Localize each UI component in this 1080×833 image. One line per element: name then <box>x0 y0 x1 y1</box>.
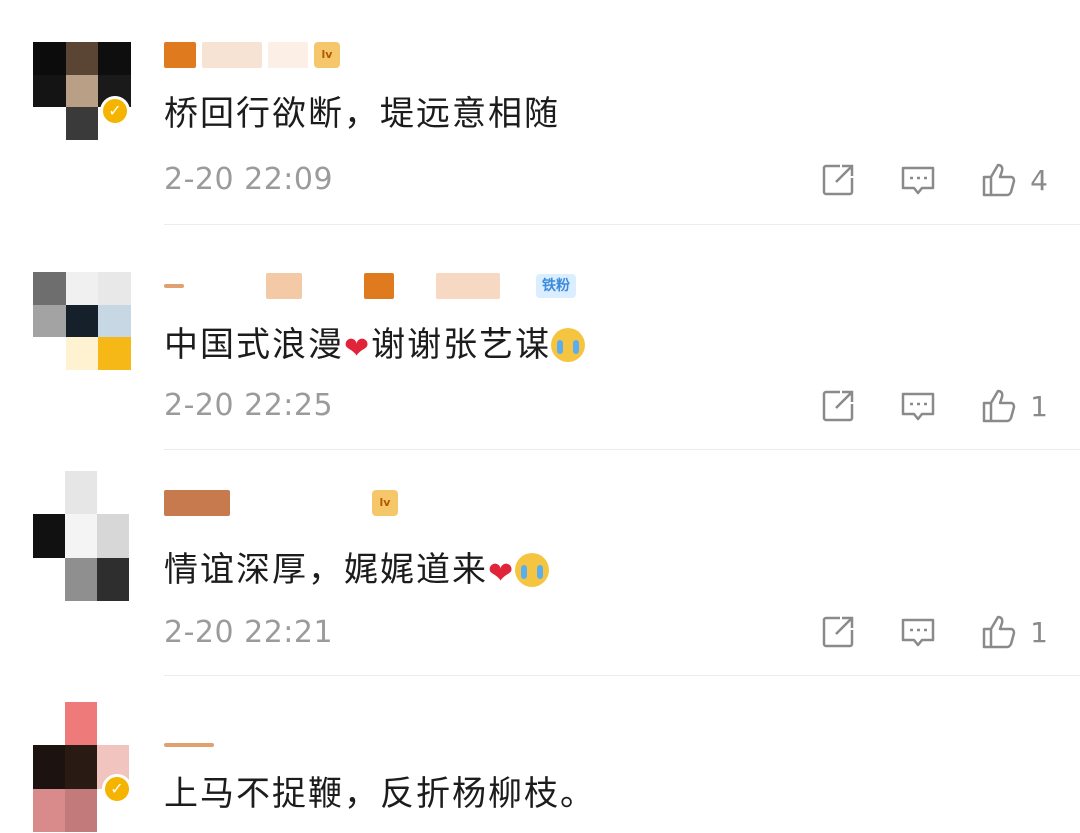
share-button[interactable] <box>818 386 858 426</box>
comment-time: 2-20 22:21 <box>164 615 334 650</box>
comment-text: 上马不捉鞭，反折杨柳枝。 <box>164 774 596 814</box>
like-count: 1 <box>1030 389 1048 423</box>
share-icon <box>822 164 854 196</box>
comment-actions: 1 <box>818 386 1048 426</box>
level-badge-icon: lv <box>372 490 398 516</box>
level-badge-icon: lv <box>314 42 340 68</box>
avatar[interactable] <box>33 702 129 832</box>
thumbs-up-icon <box>982 163 1016 197</box>
like-button[interactable]: 4 <box>978 160 1048 200</box>
comment-text-part: 情谊深厚，娓娓道来 <box>164 550 488 590</box>
comment-time: 2-20 22:09 <box>164 162 334 197</box>
username[interactable]: lv <box>164 40 340 70</box>
crying-face-emoji <box>551 328 586 362</box>
comment-icon <box>901 166 935 195</box>
comment-item: 铁粉 中国式浪漫❤谢谢张艺谋 2-20 22:25 1 <box>0 225 1080 450</box>
comment-item: ✓ lv 桥回行欲断，堤远意相随 2-20 22:09 4 <box>0 0 1080 225</box>
like-count: 1 <box>1030 615 1048 649</box>
comment-time: 2-20 22:25 <box>164 388 334 423</box>
comment-text-part: 谢谢张艺谋 <box>371 325 552 365</box>
comment-item: lv 情谊深厚，娓娓道来❤ 2-20 22:21 1 <box>0 450 1080 676</box>
username[interactable]: 铁粉 <box>164 271 576 301</box>
comment-icon <box>901 392 935 421</box>
comment-text: 情谊深厚，娓娓道来❤ <box>164 542 550 591</box>
thumbs-up-icon <box>982 389 1016 423</box>
verified-badge-icon: ✓ <box>102 774 132 804</box>
share-button[interactable] <box>818 612 858 652</box>
like-button[interactable]: 1 <box>978 612 1048 652</box>
share-icon <box>822 390 854 422</box>
avatar[interactable] <box>33 471 129 601</box>
reply-button[interactable] <box>898 612 938 652</box>
share-icon <box>822 616 854 648</box>
comment-icon <box>901 618 935 647</box>
comment-actions: 4 <box>818 160 1048 200</box>
fans-badge: 铁粉 <box>536 274 576 298</box>
username[interactable] <box>164 730 214 760</box>
comment-text-part: 中国式浪漫 <box>164 325 344 365</box>
username[interactable]: lv <box>164 488 398 518</box>
red-heart-emoji: ❤ <box>488 556 516 591</box>
share-button[interactable] <box>818 160 858 200</box>
avatar[interactable] <box>33 272 131 370</box>
like-button[interactable]: 1 <box>978 386 1048 426</box>
red-heart-emoji: ❤ <box>344 331 372 366</box>
thumbs-up-icon <box>982 615 1016 649</box>
comment-item: ✓ 上马不捉鞭，反折杨柳枝。 <box>0 676 1080 833</box>
crying-face-emoji <box>515 553 550 587</box>
comment-text: 中国式浪漫❤谢谢张艺谋 <box>164 317 586 366</box>
comment-text: 桥回行欲断，堤远意相随 <box>164 94 560 134</box>
reply-button[interactable] <box>898 386 938 426</box>
verified-badge-icon: ✓ <box>100 96 130 126</box>
comment-actions: 1 <box>818 612 1048 652</box>
reply-button[interactable] <box>898 160 938 200</box>
like-count: 4 <box>1030 163 1048 197</box>
